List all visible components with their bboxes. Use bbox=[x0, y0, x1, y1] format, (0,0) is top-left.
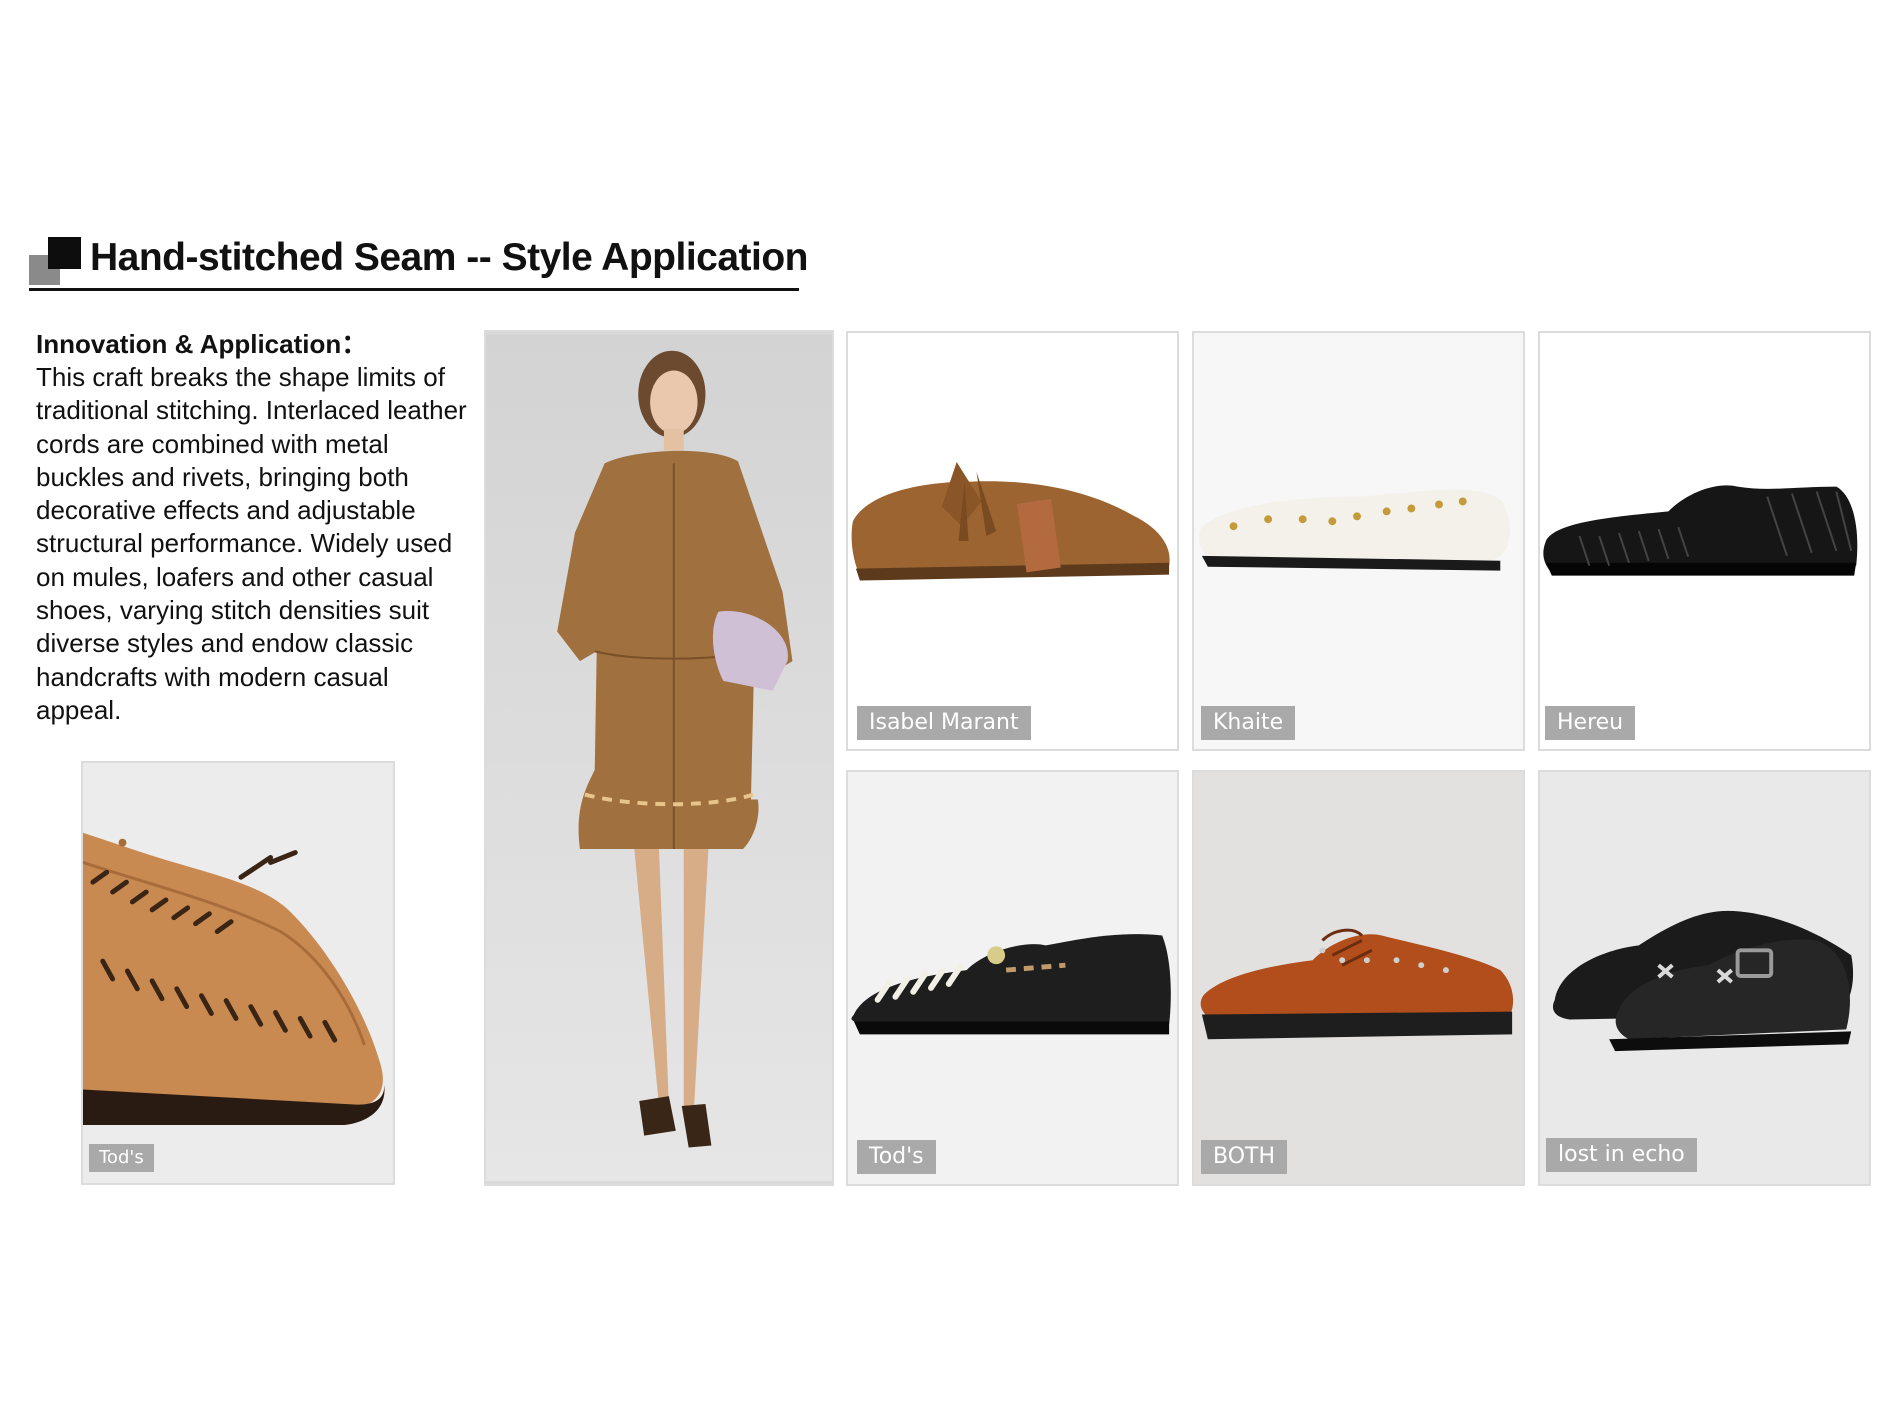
brand-label-tods-detail: Tod's bbox=[89, 1144, 154, 1172]
suede-tassel-mule-image bbox=[848, 333, 1177, 749]
section-heading: Innovation & Application： bbox=[36, 329, 368, 359]
model-image-card bbox=[484, 330, 834, 1186]
title-underline bbox=[29, 288, 799, 291]
description-panel: Innovation & Application： This craft bre… bbox=[36, 328, 476, 727]
page-title: Hand-stitched Seam -- Style Application bbox=[90, 236, 809, 279]
brand-label-tods-shoe: Tod's bbox=[857, 1140, 936, 1174]
black-whipstitch-loafer-image bbox=[848, 772, 1177, 1184]
shoe-image-card: Isabel Marant bbox=[846, 331, 1179, 751]
shoe-image-card: Khaite bbox=[1192, 331, 1525, 751]
title-square-icon bbox=[29, 237, 81, 285]
white-studded-moccasin-image bbox=[1194, 333, 1523, 749]
brand-label-both: BOTH bbox=[1201, 1140, 1288, 1174]
brand-label-lost-in-echo: lost in echo bbox=[1546, 1138, 1697, 1172]
section-body: This craft breaks the shape limits of tr… bbox=[36, 362, 467, 725]
model-in-leather-coat-image bbox=[486, 334, 832, 1182]
shoe-image-card: BOTH bbox=[1192, 770, 1525, 1186]
brand-label-isabel-marant: Isabel Marant bbox=[857, 706, 1031, 740]
detail-image-card: Tod's bbox=[81, 761, 395, 1185]
brand-label-khaite: Khaite bbox=[1201, 706, 1296, 740]
orange-suede-laced-mule-image bbox=[1194, 772, 1523, 1184]
shoe-image-card: Tod's bbox=[846, 770, 1179, 1186]
brand-label-hereu: Hereu bbox=[1545, 706, 1636, 740]
black-strap-sneaker-image bbox=[1540, 772, 1869, 1184]
stitched-loafer-closeup-image bbox=[83, 763, 393, 1183]
black-woven-loafer-image bbox=[1540, 333, 1869, 749]
shoe-image-card: Hereu bbox=[1538, 331, 1871, 751]
shoe-image-card: lost in echo bbox=[1538, 770, 1871, 1186]
